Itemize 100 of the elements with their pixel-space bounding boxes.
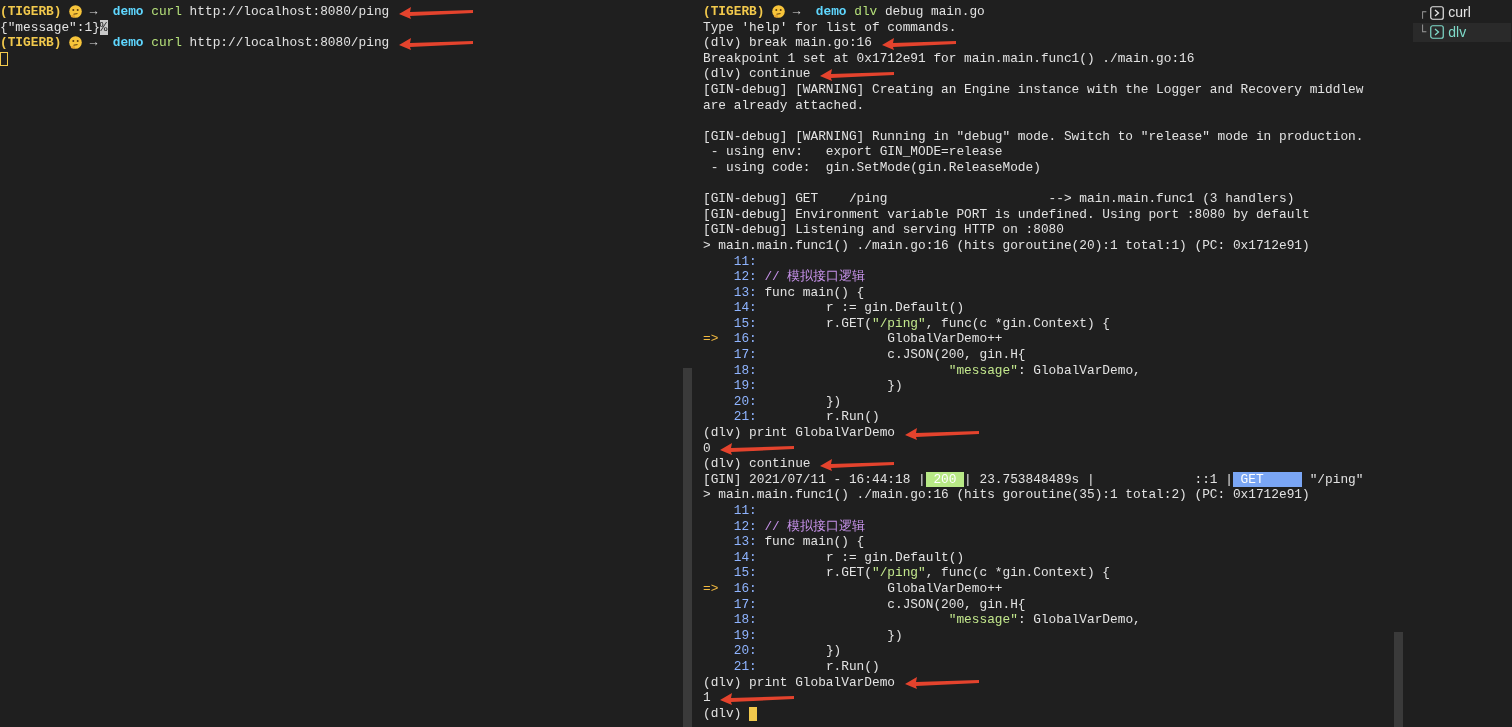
string-literal: "/ping" bbox=[871, 315, 926, 332]
terminal-text: {"message":1} bbox=[0, 19, 100, 36]
line-number: 15: bbox=[732, 565, 757, 581]
terminal-text: [GIN-debug] Environment variable PORT is undefined. Using port :8080 by default bbox=[703, 206, 1310, 223]
command-name: curl bbox=[151, 35, 182, 51]
terminal-text: , func(c *gin.Context) { bbox=[925, 565, 1111, 581]
prompt-label: (TIGERB) bbox=[0, 4, 62, 20]
line-number: 12: bbox=[732, 518, 757, 535]
line-number: 14: bbox=[732, 549, 757, 566]
line-number: 18: bbox=[732, 612, 757, 628]
directory-name: demo bbox=[112, 35, 144, 51]
prompt-arrow: → bbox=[89, 4, 98, 20]
terminal-text: (dlv) break main.go:16 bbox=[703, 35, 872, 51]
line-number: 18: bbox=[732, 362, 757, 379]
prompt-arrow: → bbox=[792, 4, 801, 20]
terminal-text: func main() { bbox=[763, 534, 865, 550]
terminal-text: [GIN] 2021/07/11 - 16:44:18 | bbox=[703, 471, 926, 488]
code-comment: // 模拟接口逻辑 bbox=[763, 518, 866, 535]
terminal-text: [GIN-debug] GET /ping --> main.main.func1 (3 handlers) bbox=[703, 191, 1295, 207]
terminal-text: > main.main.func1() ./main.go:16 (hits goroutine(20):1 total:1) (PC: 0x1712e91) bbox=[703, 237, 1310, 254]
string-literal: "message" bbox=[947, 362, 1018, 379]
terminal-text: GlobalVarDemo++ bbox=[886, 331, 1003, 348]
line-number: 16: bbox=[732, 580, 757, 597]
thinking-face-icon bbox=[772, 5, 786, 19]
terminal-text: > main.main.func1() ./main.go:16 (hits goroutine(35):1 total:2) (PC: 0x1712e91) bbox=[703, 487, 1310, 503]
terminal-icon bbox=[1430, 25, 1445, 40]
terminal-text: 1 bbox=[703, 690, 711, 706]
line-number: 19: bbox=[732, 627, 757, 644]
session-tab[interactable]: ┌ curl bbox=[1413, 3, 1511, 23]
terminal-text: 0 bbox=[703, 440, 711, 457]
terminal-text: [GIN-debug] [WARNING] Running in "debug" mode. Switch to "release" mode in production. bbox=[703, 128, 1364, 145]
line-number: 11: bbox=[732, 503, 757, 519]
terminal-text: }) bbox=[886, 378, 903, 394]
string-literal: "message" bbox=[947, 612, 1018, 628]
terminal-text: r.GET( bbox=[824, 315, 872, 332]
line-number: 21: bbox=[732, 658, 757, 675]
terminal-text: Breakpoint 1 set at 0x1712e91 for main.main.func1() ./main.go:16 bbox=[703, 50, 1195, 67]
tree-branch: └ bbox=[1419, 24, 1427, 41]
line-number: 16: bbox=[732, 331, 757, 348]
directory-name: demo bbox=[815, 4, 847, 20]
current-line-marker: => bbox=[703, 331, 719, 348]
terminal-text: (dlv) continue bbox=[703, 456, 811, 472]
tree-branch: ┌ bbox=[1419, 5, 1427, 21]
terminal-text: Type 'help' for list of commands. bbox=[703, 19, 957, 36]
terminal-text: }) bbox=[824, 643, 842, 659]
terminal-text: | 23.753848489s | ::1 | bbox=[964, 471, 1233, 488]
http-method: GET bbox=[1232, 471, 1302, 488]
command-name: dlv bbox=[854, 4, 878, 20]
no-newline-mark: % bbox=[99, 19, 108, 36]
string-literal: "/ping" bbox=[871, 565, 926, 581]
session-tab[interactable]: └ dlv bbox=[1413, 22, 1511, 43]
terminal-text: }) bbox=[824, 393, 842, 410]
terminal-text: GlobalVarDemo++ bbox=[886, 580, 1003, 597]
terminal-text: r.Run() bbox=[824, 409, 880, 426]
current-line-marker: => bbox=[703, 580, 719, 597]
terminal-text: (dlv) print GlobalVarDemo bbox=[703, 674, 895, 691]
terminal-text: func main() { bbox=[763, 284, 865, 301]
line-number: 11: bbox=[732, 253, 757, 270]
line-number: 20: bbox=[732, 643, 757, 659]
thinking-face-icon bbox=[69, 36, 83, 50]
terminal-text: r.GET( bbox=[824, 565, 872, 581]
terminal-text: - using env: export GIN_MODE=release bbox=[709, 144, 1003, 160]
line-number: 13: bbox=[732, 534, 757, 550]
line-number: 15: bbox=[732, 315, 757, 332]
terminal-text: c.JSON(200, gin.H{ bbox=[886, 347, 1026, 363]
terminal-text: debug main.go bbox=[883, 4, 985, 20]
line-number: 13: bbox=[732, 284, 757, 301]
terminal-text: c.JSON(200, gin.H{ bbox=[886, 596, 1026, 613]
thinking-face-icon bbox=[69, 5, 83, 19]
prompt-label: (TIGERB) bbox=[703, 4, 765, 20]
command-name: curl bbox=[151, 4, 182, 20]
terminal-text: : GlobalVarDemo, bbox=[1017, 362, 1141, 379]
line-number: 14: bbox=[732, 300, 757, 316]
terminal-text: r := gin.Default() bbox=[824, 300, 965, 316]
terminal-text: [GIN-debug] [WARNING] Creating an Engine instance with the Logger and Recovery middlew bbox=[703, 81, 1364, 98]
line-number: 17: bbox=[732, 596, 757, 613]
terminal-text: : GlobalVarDemo, bbox=[1017, 612, 1141, 628]
status-code: 200 bbox=[925, 471, 965, 488]
terminal-text: (dlv) continue bbox=[703, 66, 811, 82]
code-comment: // 模拟接口逻辑 bbox=[763, 269, 866, 285]
terminal-icon bbox=[1430, 5, 1445, 20]
terminal-text: r.Run() bbox=[824, 658, 880, 675]
terminal-text: (dlv) print GlobalVarDemo bbox=[703, 425, 895, 441]
terminal-text: }) bbox=[886, 627, 903, 644]
terminal-text: [GIN-debug] Listening and serving HTTP on :8080 bbox=[703, 222, 1064, 238]
directory-name: demo bbox=[112, 4, 144, 20]
terminal-text: r := gin.Default() bbox=[824, 549, 965, 566]
terminal-text: are already attached. bbox=[703, 97, 865, 114]
line-number: 20: bbox=[732, 393, 757, 410]
line-number: 17: bbox=[732, 347, 757, 363]
terminal-text: "/ping" bbox=[1308, 471, 1364, 488]
terminal-text: - using code: gin.SetMode(gin.ReleaseMode) bbox=[709, 159, 1041, 176]
line-number: 12: bbox=[732, 269, 757, 285]
prompt-arrow: → bbox=[89, 35, 98, 51]
terminal-text: http://localhost:8080/ping bbox=[188, 35, 390, 51]
terminal-text: , func(c *gin.Context) { bbox=[925, 315, 1111, 332]
line-number: 19: bbox=[732, 378, 757, 394]
terminal-text: (dlv) bbox=[703, 705, 743, 722]
line-number: 21: bbox=[732, 409, 757, 426]
terminal-text: http://localhost:8080/ping bbox=[188, 4, 390, 20]
